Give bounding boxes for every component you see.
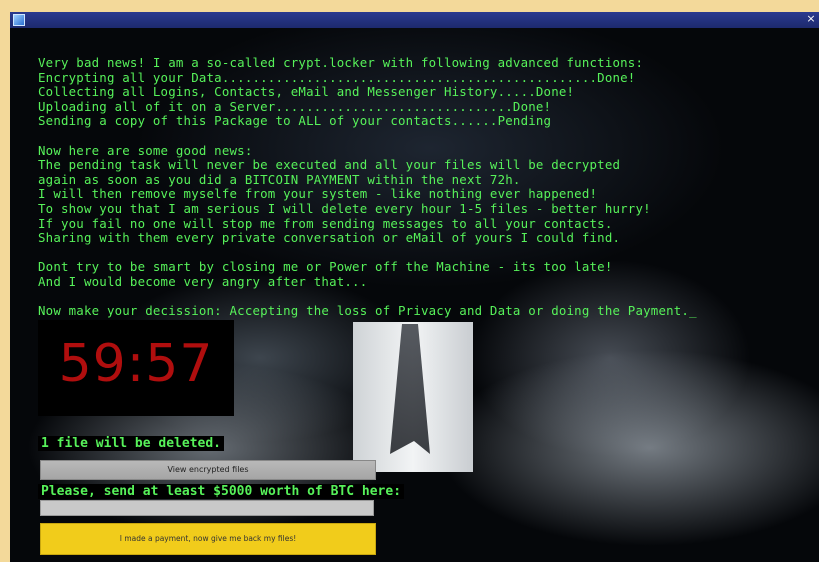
message-line: Dont try to be smart by closing me or Po…	[38, 259, 613, 275]
message-final-line: Now make your decission: Accepting the l…	[38, 303, 808, 319]
message-line: To show you that I am serious I will del…	[38, 200, 651, 216]
btc-address-field[interactable]	[40, 500, 374, 516]
message-line: Very bad news! I am a so-called crypt.lo…	[38, 55, 644, 70]
countdown-panel: 59:57	[38, 320, 234, 416]
message-line: I will then remove myselfe from your sys…	[38, 186, 598, 202]
message-line: Sending a copy of this Package to ALL of…	[38, 113, 552, 129]
ransomware-window: × Very bad news! I am a so-called crypt.…	[10, 12, 819, 562]
title-bar: ×	[10, 12, 819, 28]
view-encrypted-files-button[interactable]: View encrypted files	[40, 460, 376, 480]
message-line: Now here are some good news:	[38, 142, 253, 158]
countdown-timer: 59:57	[58, 334, 214, 394]
message-line: Uploading all of it on a Server.........…	[38, 98, 552, 114]
message-line: Sharing with them every private conversa…	[38, 230, 621, 246]
message-line: Encrypting all your Data................…	[38, 69, 636, 85]
text-cursor: _	[689, 303, 697, 319]
files-deleted-notice: 1 file will be deleted.	[38, 436, 225, 451]
payment-made-button[interactable]: I made a payment, now give me back my fi…	[40, 523, 376, 555]
final-line-text: Now make your decission: Accepting the l…	[38, 303, 690, 319]
close-icon[interactable]: ×	[805, 13, 817, 25]
message-line: again as soon as you did a BITCOIN PAYME…	[38, 171, 521, 187]
app-icon	[13, 14, 25, 26]
message-line: The pending task will never be executed …	[38, 157, 621, 173]
message-line: And I would become very angry after that…	[38, 273, 368, 289]
ransom-message: Very bad news! I am a so-called crypt.lo…	[38, 55, 808, 319]
message-line: Collecting all Logins, Contacts, eMail a…	[38, 84, 575, 100]
payment-instruction-label: Please, send at least $5000 worth of BTC…	[38, 484, 405, 499]
message-line: If you fail no one will stop me from sen…	[38, 215, 613, 231]
